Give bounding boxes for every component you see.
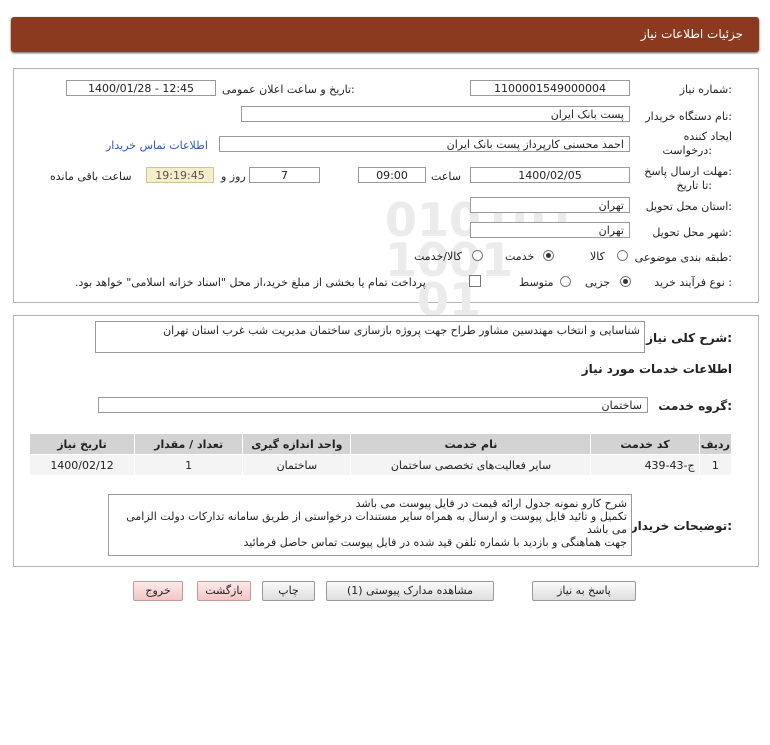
creator-label-2: درخواست:	[662, 144, 713, 157]
cell-need-date: 1400/02/12	[28, 454, 136, 476]
services-table: ردیف کد خدمت نام خدمت واحد اندازه گیری ت…	[28, 433, 733, 476]
city-field: تهران	[470, 222, 630, 238]
process-type-label: نوع فرآیند خرید :	[654, 276, 732, 289]
city-label: شهر محل تحویل:	[652, 226, 732, 239]
buyer-notes-field: شرح کارو نمونه جدول ارائه قیمت در فایل پ…	[108, 494, 632, 556]
need-number-field: 1100001549000004	[470, 80, 630, 96]
cell-quantity: 1	[134, 454, 244, 476]
col-header-row-number: ردیف	[698, 433, 733, 455]
province-label: استان محل تحویل:	[645, 200, 732, 213]
cell-service-name: سایر فعالیت‌های تخصصی ساختمان	[350, 454, 592, 476]
general-desc-label: شرح کلی نیاز:	[646, 331, 732, 345]
creator-label-1: ایجاد کننده	[683, 130, 732, 143]
general-desc-field: شناسایی و انتخاب مهندسین مشاور طراح جهت …	[95, 321, 645, 353]
reply-button[interactable]: پاسخ به نیاز	[532, 581, 636, 601]
services-info-heading: اطلاعات خدمات مورد نیاز	[581, 362, 732, 376]
announce-datetime-field: 1400/01/28 - 12:45	[66, 80, 216, 96]
category-radio-goods[interactable]	[617, 250, 628, 261]
buyer-note-line-3: جهت هماهنگی و بازدید با شماره تلفن قید ش…	[243, 536, 627, 549]
col-header-unit: واحد اندازه گیری	[242, 433, 352, 455]
exit-button[interactable]: خروج	[133, 581, 183, 601]
buyer-contact-link[interactable]: اطلاعات تماس خریدار	[106, 139, 208, 152]
cell-row-number: 1	[698, 454, 733, 476]
process-label-minor: جزیی	[585, 276, 611, 289]
creator-field: احمد محسنی کارپرداز پست بانک ایران	[219, 136, 630, 152]
cell-unit: ساختمان	[242, 454, 352, 476]
deadline-time-label: ساعت	[431, 170, 461, 183]
back-button[interactable]: بازگشت	[197, 581, 251, 601]
province-field: تهران	[470, 197, 630, 213]
days-label: روز و	[221, 170, 246, 183]
process-radio-medium[interactable]	[560, 276, 571, 287]
col-header-service-code: کد خدمت	[590, 433, 700, 455]
payment-note: پرداخت تمام یا بخشی از مبلغ خرید،از محل …	[75, 276, 426, 289]
days-field: 7	[249, 167, 320, 183]
col-header-service-name: نام خدمت	[350, 433, 592, 455]
announce-datetime-label: تاریخ و ساعت اعلان عمومی:	[222, 83, 355, 96]
cell-service-code: ج-43-439	[590, 454, 700, 476]
buyer-note-line-2: تکمیل و تائید فایل پیوست و ارسال به همرا…	[126, 510, 627, 536]
treasury-payment-checkbox[interactable]	[469, 275, 481, 287]
table-row: 1 ج-43-439 سایر فعالیت‌های تخصصی ساختمان…	[28, 454, 733, 476]
need-number-label: شماره نیاز:	[679, 83, 732, 96]
col-header-need-date: تاریخ نیاز	[28, 433, 136, 455]
table-header-row: ردیف کد خدمت نام خدمت واحد اندازه گیری ت…	[28, 433, 733, 455]
category-label-goods-service: کالا/خدمت	[414, 250, 462, 263]
deadline-label-2: تا تاریخ:	[676, 179, 712, 192]
deadline-date-field: 1400/02/05	[470, 167, 630, 183]
service-group-label: گروه خدمت:	[658, 399, 732, 413]
category-label: طبقه بندی موضوعی:	[634, 251, 732, 264]
service-group-field: ساختمان	[98, 397, 648, 413]
remaining-time-field: 19:19:45	[146, 167, 214, 183]
page-header: جزئیات اطلاعات نیاز	[11, 17, 759, 52]
deadline-label-1: مهلت ارسال پاسخ:	[644, 165, 732, 178]
col-header-quantity: تعداد / مقدار	[134, 433, 244, 455]
category-radio-goods-service[interactable]	[472, 250, 483, 261]
remaining-label: ساعت باقی مانده	[50, 170, 132, 183]
category-label-goods: کالا	[590, 250, 605, 263]
deadline-time-field: 09:00	[358, 167, 426, 183]
buyer-note-line-1: شرح کارو نمونه جدول ارائه قیمت در فایل پ…	[355, 497, 627, 510]
need-info-panel	[13, 68, 759, 303]
view-attachments-button[interactable]: مشاهده مدارک پیوستی (1)	[326, 581, 494, 601]
process-label-medium: متوسط	[519, 276, 554, 289]
buyer-notes-label: توضیحات خریدار:	[630, 519, 732, 533]
process-radio-minor[interactable]	[620, 276, 631, 287]
category-radio-service[interactable]	[543, 250, 554, 261]
buyer-org-field: پست بانک ایران	[241, 106, 630, 122]
buyer-org-label: نام دستگاه خریدار:	[645, 110, 732, 123]
print-button[interactable]: چاپ	[262, 581, 315, 601]
category-label-service: خدمت	[505, 250, 535, 263]
page-title: جزئیات اطلاعات نیاز	[640, 27, 743, 41]
